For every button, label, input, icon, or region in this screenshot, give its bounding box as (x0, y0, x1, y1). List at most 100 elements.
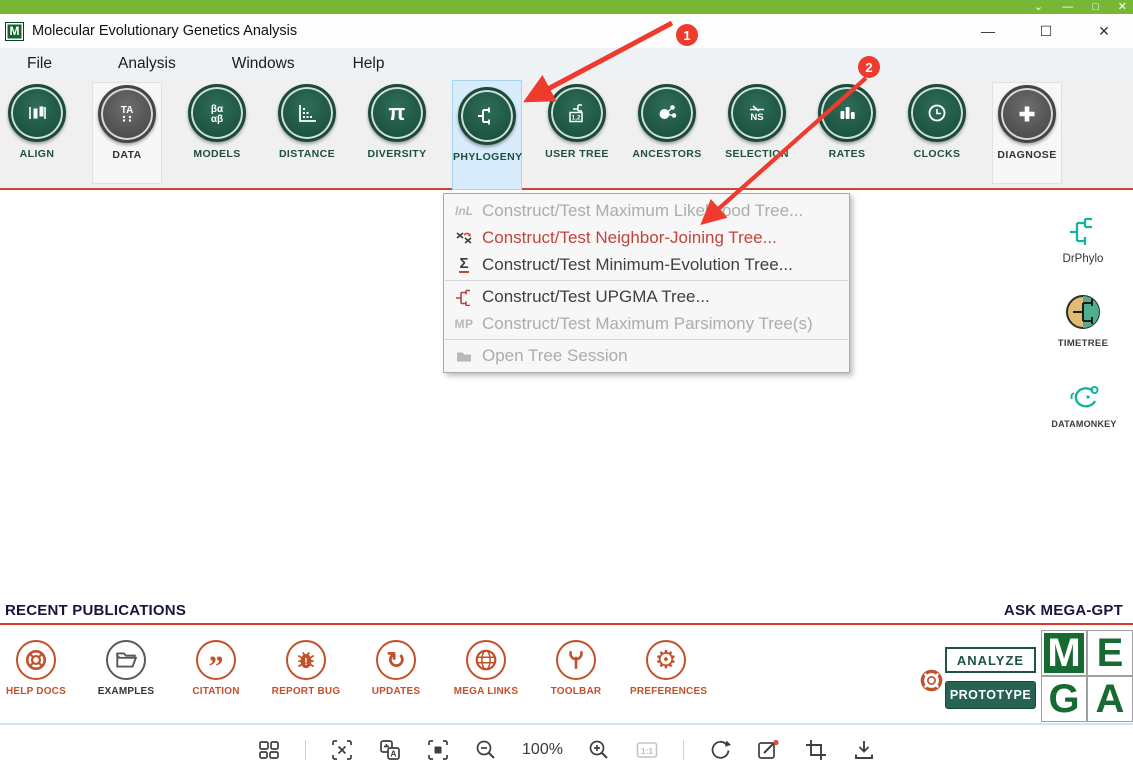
sigma-icon: Σ (459, 255, 469, 273)
timetree-launcher[interactable]: TIMETREE (1050, 293, 1116, 349)
datamonkey-icon (1070, 386, 1099, 408)
logo-letter: M (1041, 630, 1087, 676)
toolbar-label: DISTANCE (278, 148, 336, 160)
toolbar-settings-button[interactable]: TOOLBAR (540, 640, 612, 697)
layout-icon[interactable] (257, 738, 281, 762)
svg-text:1:1: 1:1 (641, 745, 654, 755)
footer-label: HELP DOCS (6, 686, 66, 697)
svg-text:A: A (390, 748, 396, 758)
logo-letter: A (1087, 676, 1133, 722)
menu-item-minimum-evolution[interactable]: Σ Construct/Test Minimum-Evolution Tree.… (444, 251, 849, 278)
neighbor-joining-icon (451, 229, 477, 247)
footer-label: MEGA LINKS (453, 686, 519, 697)
upgma-tree-icon (451, 288, 477, 306)
toolbar-button-phylogeny[interactable]: PHYLOGENY (452, 80, 522, 190)
toolbar-button-align[interactable]: ALIGN (2, 84, 72, 188)
download-icon[interactable] (852, 738, 876, 762)
toolbar-button-diagnose[interactable]: DIAGNOSE (992, 82, 1062, 184)
mp-icon: MP (454, 316, 474, 331)
menu-item-label: Open Tree Session (482, 345, 628, 365)
menu-item-max-likelihood[interactable]: lnL Construct/Test Maximum Likelihood Tr… (444, 197, 849, 224)
outer-maximize-button[interactable]: □ (1092, 1, 1099, 13)
ask-mega-gpt-link[interactable]: ASK MEGA-GPT (1004, 602, 1123, 619)
menu-analysis[interactable]: Analysis (118, 55, 176, 73)
menu-item-label: Construct/Test UPGMA Tree... (482, 286, 710, 306)
edit-icon[interactable] (756, 738, 780, 762)
ocr-icon[interactable] (330, 738, 354, 762)
outer-minimize-button[interactable]: — (1062, 1, 1073, 13)
zoom-level: 100% (522, 740, 563, 758)
datamonkey-launcher[interactable]: DATAMONKEY (1047, 383, 1121, 429)
help-docs-button[interactable]: HELP DOCS (0, 640, 72, 697)
recent-publications-heading: RECENT PUBLICATIONS (5, 602, 187, 619)
fullscreen-icon[interactable] (426, 738, 450, 762)
maximize-button[interactable]: ☐ (1017, 23, 1075, 40)
footer: HELP DOCS EXAMPLES ” CITATION ! REPORT B… (0, 625, 1133, 723)
toolbar-button-ancestors[interactable]: ANCESTORS (632, 84, 702, 188)
menu-windows[interactable]: Windows (232, 55, 295, 73)
lifebuoy-icon (16, 640, 56, 680)
mega-app-icon: M (5, 21, 24, 41)
menu-help[interactable]: Help (353, 55, 385, 73)
globe-icon (466, 640, 506, 680)
toolbar-label: DIAGNOSE (997, 149, 1057, 161)
examples-button[interactable]: EXAMPLES (90, 640, 162, 697)
drphylo-launcher[interactable]: DrPhylo (1053, 215, 1113, 265)
toolbar-button-data[interactable]: TA DATA (92, 82, 162, 184)
menu-file[interactable]: File (27, 55, 52, 73)
toolbar-button-distance[interactable]: DISTANCE (272, 84, 342, 188)
preferences-button[interactable]: ⚙ PREFERENCES (630, 640, 708, 697)
menu-item-label: Construct/Test Maximum Likelihood Tree..… (482, 200, 804, 220)
updates-button[interactable]: ↻ UPDATES (360, 640, 432, 697)
toolbar-button-selection[interactable]: NS SELECTION (722, 84, 792, 188)
phylogeny-icon (458, 87, 516, 145)
toolbar-label: DIVERSITY (367, 148, 427, 160)
menu-item-max-parsimony[interactable]: MP Construct/Test Maximum Parsimony Tree… (444, 310, 849, 337)
gear-icon: ⚙ (646, 640, 686, 680)
translate-icon[interactable]: A (378, 738, 402, 762)
footer-label: EXAMPLES (97, 686, 155, 697)
menu-item-upgma[interactable]: Construct/Test UPGMA Tree... (444, 283, 849, 310)
minimize-button[interactable]: — (959, 23, 1017, 39)
toolbar-button-models[interactable]: βααβ DISTANCE MODELS (182, 84, 252, 188)
mega-links-button[interactable]: MEGA LINKS (450, 640, 522, 697)
prototype-button[interactable]: PROTOTYPE (945, 681, 1036, 709)
user-tree-icon: 1,2 (548, 84, 606, 142)
toolbar-button-diversity[interactable]: π DIVERSITY (362, 84, 432, 188)
analyze-button[interactable]: ANALYZE (945, 647, 1036, 673)
close-button[interactable]: ✕ (1075, 23, 1133, 40)
toolbar-button-user-tree[interactable]: 1,2 USER TREE (542, 84, 612, 188)
citation-button[interactable]: ” CITATION (180, 640, 252, 697)
toolbar-button-rates[interactable]: RATES (812, 84, 882, 188)
zoom-out-icon[interactable] (474, 738, 498, 762)
menu-item-label: Construct/Test Maximum Parsimony Tree(s) (482, 313, 813, 333)
zoom-in-icon[interactable] (587, 738, 611, 762)
rotate-icon[interactable] (708, 738, 732, 762)
svg-text:NS: NS (750, 112, 763, 123)
phylogeny-dropdown-menu: lnL Construct/Test Maximum Likelihood Tr… (443, 193, 850, 373)
launcher-label: DrPhylo (1062, 253, 1104, 265)
publications-header: RECENT PUBLICATIONS ASK MEGA-GPT (0, 598, 1133, 625)
footer-label: PREFERENCES (630, 686, 708, 697)
actual-size-icon[interactable]: 1:1 (635, 738, 659, 762)
toolbar-label: ANCESTORS (632, 148, 702, 160)
report-bug-button[interactable]: ! REPORT BUG (270, 640, 342, 697)
align-icon (8, 84, 66, 142)
chevron-down-icon[interactable]: ⌄ (1034, 1, 1043, 13)
distance-icon (278, 84, 336, 142)
selection-icon: NS (728, 84, 786, 142)
menu-separator (445, 339, 848, 340)
toolbar-label: SELECTION (725, 148, 789, 160)
clocks-icon (908, 84, 966, 142)
outer-close-button[interactable]: ✕ (1118, 1, 1127, 13)
footer-label: TOOLBAR (550, 686, 602, 697)
crop-icon[interactable] (804, 738, 828, 762)
content-area: lnL Construct/Test Maximum Likelihood Tr… (0, 190, 1133, 598)
lnl-icon: lnL (455, 203, 473, 218)
svg-text:TA: TA (121, 105, 134, 116)
toolbar-button-clocks[interactable]: CLOCKS (902, 84, 972, 188)
logo-letter: G (1041, 676, 1087, 722)
menu-item-neighbor-joining[interactable]: Construct/Test Neighbor-Joining Tree... (444, 224, 849, 251)
toolbar-label: PHYLOGENY (453, 151, 523, 163)
menu-item-open-tree-session[interactable]: Open Tree Session (444, 342, 849, 369)
